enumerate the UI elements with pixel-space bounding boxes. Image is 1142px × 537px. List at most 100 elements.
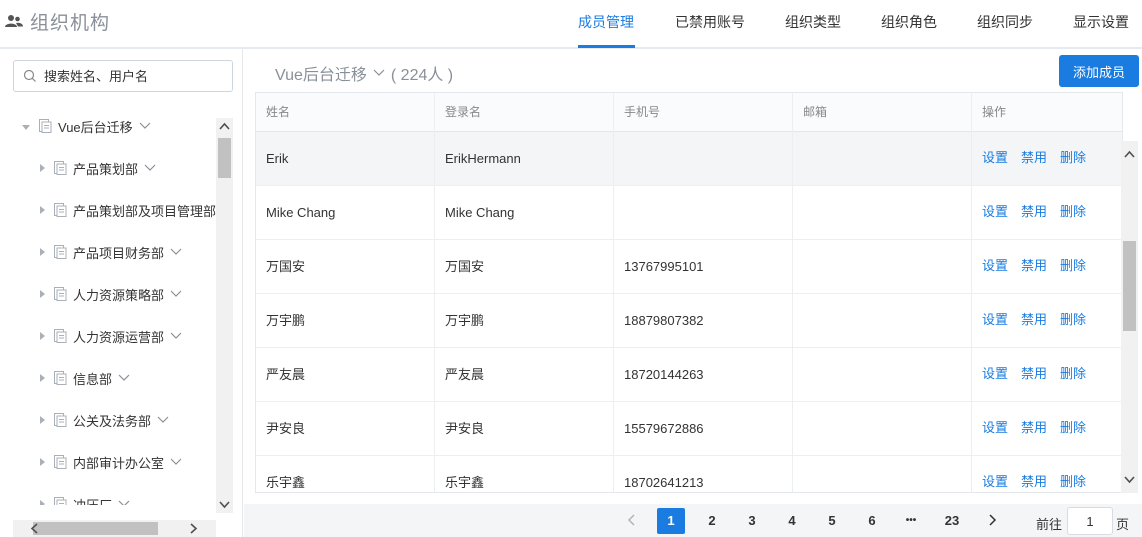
scroll-down-icon[interactable] — [219, 499, 230, 510]
table-row[interactable]: 严友晨 严友晨 18720144263 设置 禁用 删除 — [256, 348, 1122, 402]
caret-right-icon[interactable] — [40, 290, 45, 298]
column-header-login: 登录名 — [435, 93, 614, 132]
page-button[interactable]: 4 — [778, 508, 806, 534]
org-name: Vue后台迁移 — [275, 67, 367, 84]
scroll-right-icon[interactable] — [188, 523, 199, 534]
settings-link[interactable]: 设置 — [982, 255, 1008, 274]
row-actions: 设置 禁用 删除 — [982, 240, 1099, 288]
settings-link[interactable]: 设置 — [982, 417, 1008, 436]
goto-page-input[interactable] — [1067, 507, 1113, 535]
caret-right-icon[interactable] — [40, 332, 45, 340]
caret-right-icon[interactable] — [40, 248, 45, 256]
page-button[interactable]: 23 — [938, 508, 966, 534]
next-page-icon[interactable] — [987, 514, 997, 526]
table-row[interactable]: 乐宇鑫 乐宇鑫 18702641213 设置 禁用 删除 — [256, 456, 1122, 492]
scroll-left-icon[interactable] — [29, 523, 40, 534]
tree-node-item[interactable]: 冲压厂 — [40, 483, 130, 505]
tree-node-item[interactable]: 产品项目财务部 — [40, 231, 182, 273]
disable-link[interactable]: 禁用 — [1021, 147, 1047, 166]
pagination: 1 2 3 4 5 6 ••• 23 前往 页 — [244, 504, 1142, 537]
disable-link[interactable]: 禁用 — [1021, 201, 1047, 220]
page-button[interactable]: 2 — [698, 508, 726, 534]
page-button[interactable]: 3 — [738, 508, 766, 534]
add-member-button[interactable]: 添加成员 — [1059, 55, 1139, 87]
chevron-down-icon[interactable] — [118, 374, 130, 382]
tab-org-sync[interactable]: 组织同步 — [977, 12, 1033, 32]
search-input[interactable] — [44, 61, 229, 91]
chevron-down-icon[interactable] — [139, 122, 151, 130]
scroll-down-icon[interactable] — [1124, 474, 1135, 485]
tree-node-label: 信息部 — [73, 371, 113, 387]
table-row[interactable]: Erik ErikHermann 设置 禁用 删除 — [256, 132, 1122, 186]
settings-link[interactable]: 设置 — [982, 363, 1008, 382]
tree-node-label: 内部审计办公室 — [73, 455, 165, 471]
settings-link[interactable]: 设置 — [982, 309, 1008, 328]
page-button[interactable]: 6 — [858, 508, 886, 534]
caret-right-icon[interactable] — [40, 164, 45, 172]
goto-suffix: 页 — [1116, 517, 1130, 532]
delete-link[interactable]: 删除 — [1060, 147, 1086, 166]
tree-node-root[interactable]: Vue后台迁移 — [22, 105, 151, 147]
disable-link[interactable]: 禁用 — [1021, 363, 1047, 382]
chevron-down-icon[interactable] — [170, 290, 182, 298]
table-row[interactable]: Mike Chang Mike Chang 设置 禁用 删除 — [256, 186, 1122, 240]
prev-page-icon[interactable] — [627, 514, 637, 526]
scrollbar-thumb[interactable] — [218, 138, 231, 178]
delete-link[interactable]: 删除 — [1060, 201, 1086, 220]
settings-link[interactable]: 设置 — [982, 147, 1008, 166]
scroll-up-icon[interactable] — [1124, 149, 1135, 160]
page-ellipsis[interactable]: ••• — [897, 508, 925, 534]
chevron-down-icon[interactable] — [118, 500, 130, 505]
disable-link[interactable]: 禁用 — [1021, 417, 1047, 436]
tab-disabled-accounts[interactable]: 已禁用账号 — [675, 12, 745, 32]
page-button[interactable]: 1 — [657, 508, 685, 534]
delete-link[interactable]: 删除 — [1060, 255, 1086, 274]
tree-node-item[interactable]: 产品策划部 — [40, 147, 156, 189]
table-vertical-scrollbar[interactable] — [1121, 141, 1138, 493]
chevron-down-icon[interactable] — [170, 332, 182, 340]
tree-node-item[interactable]: 信息部 — [40, 357, 130, 399]
caret-right-icon[interactable] — [40, 374, 45, 382]
tab-org-roles[interactable]: 组织角色 — [881, 12, 937, 32]
caret-right-icon[interactable] — [40, 416, 45, 424]
caret-right-icon[interactable] — [40, 458, 45, 466]
cell-email — [793, 240, 972, 294]
tree-node-item[interactable]: 公关及法务部 — [40, 399, 169, 441]
table-row[interactable]: 万国安 万国安 13767995101 设置 禁用 删除 — [256, 240, 1122, 294]
tree-node-item[interactable]: 人力资源策略部 — [40, 273, 182, 315]
page-button[interactable]: 5 — [818, 508, 846, 534]
tree-vertical-scrollbar[interactable] — [216, 118, 233, 513]
tree-node-item[interactable]: 内部审计办公室 — [40, 441, 182, 483]
scroll-up-icon[interactable] — [219, 121, 230, 132]
scrollbar-thumb[interactable] — [33, 522, 158, 535]
tree-node-item[interactable]: 人力资源运营部 — [40, 315, 182, 357]
chevron-down-icon[interactable] — [373, 69, 385, 77]
table-row[interactable]: 尹安良 尹安良 15579672886 设置 禁用 删除 — [256, 402, 1122, 456]
delete-link[interactable]: 删除 — [1060, 363, 1086, 382]
scrollbar-thumb[interactable] — [1123, 241, 1136, 331]
disable-link[interactable]: 禁用 — [1021, 471, 1047, 490]
org-selector[interactable]: Vue后台迁移 ( 224人 ) — [275, 61, 453, 85]
chevron-down-icon[interactable] — [170, 248, 182, 256]
disable-link[interactable]: 禁用 — [1021, 255, 1047, 274]
delete-link[interactable]: 删除 — [1060, 417, 1086, 436]
chevron-down-icon[interactable] — [144, 164, 156, 172]
caret-right-icon[interactable] — [40, 206, 45, 214]
caret-right-icon[interactable] — [40, 500, 45, 505]
chevron-down-icon[interactable] — [170, 458, 182, 466]
caret-down-icon[interactable] — [22, 124, 30, 130]
cell-name: 严友晨 — [256, 348, 435, 402]
tree-horizontal-scrollbar[interactable] — [13, 520, 216, 537]
delete-link[interactable]: 删除 — [1060, 471, 1086, 490]
chevron-down-icon[interactable] — [157, 416, 169, 424]
cell-phone: 13767995101 — [614, 240, 793, 294]
tab-org-types[interactable]: 组织类型 — [785, 12, 841, 32]
tab-display-settings[interactable]: 显示设置 — [1073, 12, 1129, 32]
delete-link[interactable]: 删除 — [1060, 309, 1086, 328]
tree-node-item[interactable]: 产品策划部及项目管理部 — [40, 189, 216, 231]
table-row[interactable]: 万宇鹏 万宇鹏 18879807382 设置 禁用 删除 — [256, 294, 1122, 348]
settings-link[interactable]: 设置 — [982, 471, 1008, 490]
disable-link[interactable]: 禁用 — [1021, 309, 1047, 328]
tab-member-management[interactable]: 成员管理 — [578, 12, 634, 32]
settings-link[interactable]: 设置 — [982, 201, 1008, 220]
